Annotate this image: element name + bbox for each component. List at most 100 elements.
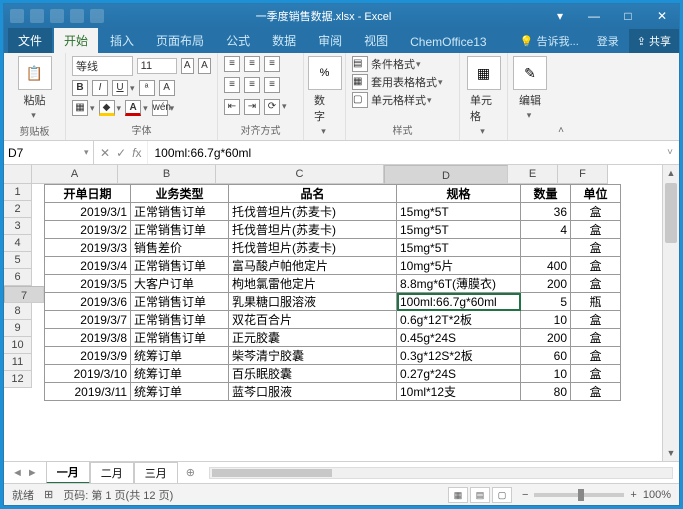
cell[interactable]: 盒 — [571, 203, 621, 221]
cell[interactable]: 0.6g*12T*2板 — [397, 311, 521, 329]
decrease-indent-icon[interactable]: ⇤ — [224, 99, 240, 115]
font-box-icon[interactable]: A — [159, 80, 175, 96]
sheet-tab-1[interactable]: 一月 — [46, 461, 90, 484]
collapse-ribbon-icon[interactable]: ˄ — [552, 53, 570, 140]
scroll-thumb[interactable] — [665, 183, 677, 243]
cell[interactable]: 0.45g*24S — [397, 329, 521, 347]
page-layout-view-icon[interactable]: ▤ — [470, 487, 490, 503]
sheet-prev-icon[interactable]: ◄ — [12, 467, 23, 479]
cell[interactable]: 10 — [521, 365, 571, 383]
col-header-C[interactable]: C — [216, 165, 384, 184]
cell[interactable]: 开单日期 — [45, 185, 131, 203]
cell[interactable]: 400 — [521, 257, 571, 275]
cell[interactable]: 正元胶囊 — [229, 329, 397, 347]
zoom-in-icon[interactable]: + — [630, 489, 636, 501]
undo-icon[interactable] — [50, 9, 64, 23]
table-format-button[interactable]: ▦套用表格格式▾ — [352, 74, 453, 90]
enter-icon[interactable]: ✓ — [116, 146, 126, 160]
tab-file[interactable]: 文件 — [8, 28, 52, 53]
row-header-2[interactable]: 2 — [4, 201, 32, 218]
col-header-A[interactable]: A — [32, 165, 118, 184]
cell[interactable]: 36 — [521, 203, 571, 221]
row-header-3[interactable]: 3 — [4, 218, 32, 235]
phonetic-icon[interactable]: wén — [152, 100, 168, 116]
cell[interactable]: 大客户订单 — [131, 275, 229, 293]
cell[interactable]: 2019/3/2 — [45, 221, 131, 239]
cell[interactable]: 盒 — [571, 275, 621, 293]
font-size-select[interactable]: 11 — [137, 58, 177, 74]
row-header-1[interactable]: 1 — [4, 184, 32, 201]
cell[interactable]: 正常销售订单 — [131, 293, 229, 311]
cell[interactable]: 数量 — [521, 185, 571, 203]
name-box[interactable]: ▾ — [4, 141, 94, 164]
row-header-12[interactable]: 12 — [4, 371, 32, 388]
cells-icon[interactable]: ▦ — [467, 56, 501, 90]
tab-formula[interactable]: 公式 — [216, 28, 260, 53]
col-header-F[interactable]: F — [558, 165, 608, 184]
col-header-E[interactable]: E — [508, 165, 558, 184]
minimize-button[interactable]: — — [577, 4, 611, 28]
zoom-slider[interactable] — [534, 493, 624, 497]
zoom-out-icon[interactable]: − — [522, 489, 528, 501]
tab-review[interactable]: 审阅 — [308, 28, 352, 53]
cell[interactable]: 业务类型 — [131, 185, 229, 203]
align-right-icon[interactable]: ≡ — [264, 77, 280, 93]
cell[interactable]: 0.27g*24S — [397, 365, 521, 383]
tab-layout[interactable]: 页面布局 — [146, 28, 214, 53]
number-format-icon[interactable]: % — [308, 56, 342, 90]
row-header-9[interactable]: 9 — [4, 320, 32, 337]
cell[interactable]: 单位 — [571, 185, 621, 203]
save-icon[interactable] — [30, 9, 44, 23]
cell[interactable]: 15mg*5T — [397, 239, 521, 257]
col-header-B[interactable]: B — [118, 165, 216, 184]
decrease-font-icon[interactable]: A — [198, 58, 211, 74]
sheet-tab-3[interactable]: 三月 — [134, 462, 178, 483]
cell[interactable]: 柴芩清宁胶囊 — [229, 347, 397, 365]
cell[interactable]: 托伐普坦片(苏麦卡) — [229, 221, 397, 239]
conditional-format-button[interactable]: ▤条件格式▾ — [352, 56, 453, 72]
cell[interactable]: 200 — [521, 329, 571, 347]
col-header-D[interactable]: D — [384, 165, 508, 184]
cell[interactable]: 盒 — [571, 257, 621, 275]
cell[interactable]: 15mg*5T — [397, 203, 521, 221]
row-header-10[interactable]: 10 — [4, 337, 32, 354]
tab-data[interactable]: 数据 — [262, 28, 306, 53]
cell[interactable]: 枸地氯雷他定片 — [229, 275, 397, 293]
cell[interactable]: 规格 — [397, 185, 521, 203]
align-center-icon[interactable]: ≡ — [244, 77, 260, 93]
paste-dropdown-icon[interactable]: ▾ — [31, 110, 36, 121]
italic-icon[interactable]: I — [92, 80, 108, 96]
close-button[interactable]: ✕ — [645, 4, 679, 28]
paste-icon[interactable]: 📋 — [18, 56, 52, 90]
row-header-5[interactable]: 5 — [4, 252, 32, 269]
cell[interactable]: 2019/3/3 — [45, 239, 131, 257]
row-header-7[interactable]: 7 — [4, 286, 44, 303]
cell[interactable]: 5 — [521, 293, 571, 311]
cell[interactable]: 8.8mg*6T(薄膜衣) — [397, 275, 521, 293]
cell[interactable] — [521, 239, 571, 257]
cell[interactable]: 双花百合片 — [229, 311, 397, 329]
cell[interactable]: 盒 — [571, 221, 621, 239]
row-header-4[interactable]: 4 — [4, 235, 32, 252]
sheet-tab-2[interactable]: 二月 — [90, 462, 134, 483]
cell[interactable]: 10 — [521, 311, 571, 329]
cell[interactable]: 富马酸卢帕他定片 — [229, 257, 397, 275]
cell[interactable]: 2019/3/4 — [45, 257, 131, 275]
cell[interactable]: 2019/3/5 — [45, 275, 131, 293]
cell[interactable]: 托伐普坦片(苏麦卡) — [229, 203, 397, 221]
sheet-next-icon[interactable]: ► — [27, 467, 38, 479]
align-left-icon[interactable]: ≡ — [224, 77, 240, 93]
bold-icon[interactable]: B — [72, 80, 88, 96]
zoom-level[interactable]: 100% — [643, 489, 671, 501]
cell[interactable]: 正常销售订单 — [131, 311, 229, 329]
cell[interactable]: 瓶 — [571, 293, 621, 311]
cell[interactable]: 60 — [521, 347, 571, 365]
select-all-corner[interactable] — [4, 165, 32, 184]
tell-me[interactable]: 💡告诉我... — [512, 29, 587, 53]
cell[interactable]: 百乐眠胶囊 — [229, 365, 397, 383]
cell[interactable]: 统筹订单 — [131, 347, 229, 365]
cell[interactable]: 200 — [521, 275, 571, 293]
cell-style-button[interactable]: ▢单元格样式▾ — [352, 92, 453, 108]
cell[interactable]: 盒 — [571, 365, 621, 383]
cell[interactable]: 2019/3/7 — [45, 311, 131, 329]
